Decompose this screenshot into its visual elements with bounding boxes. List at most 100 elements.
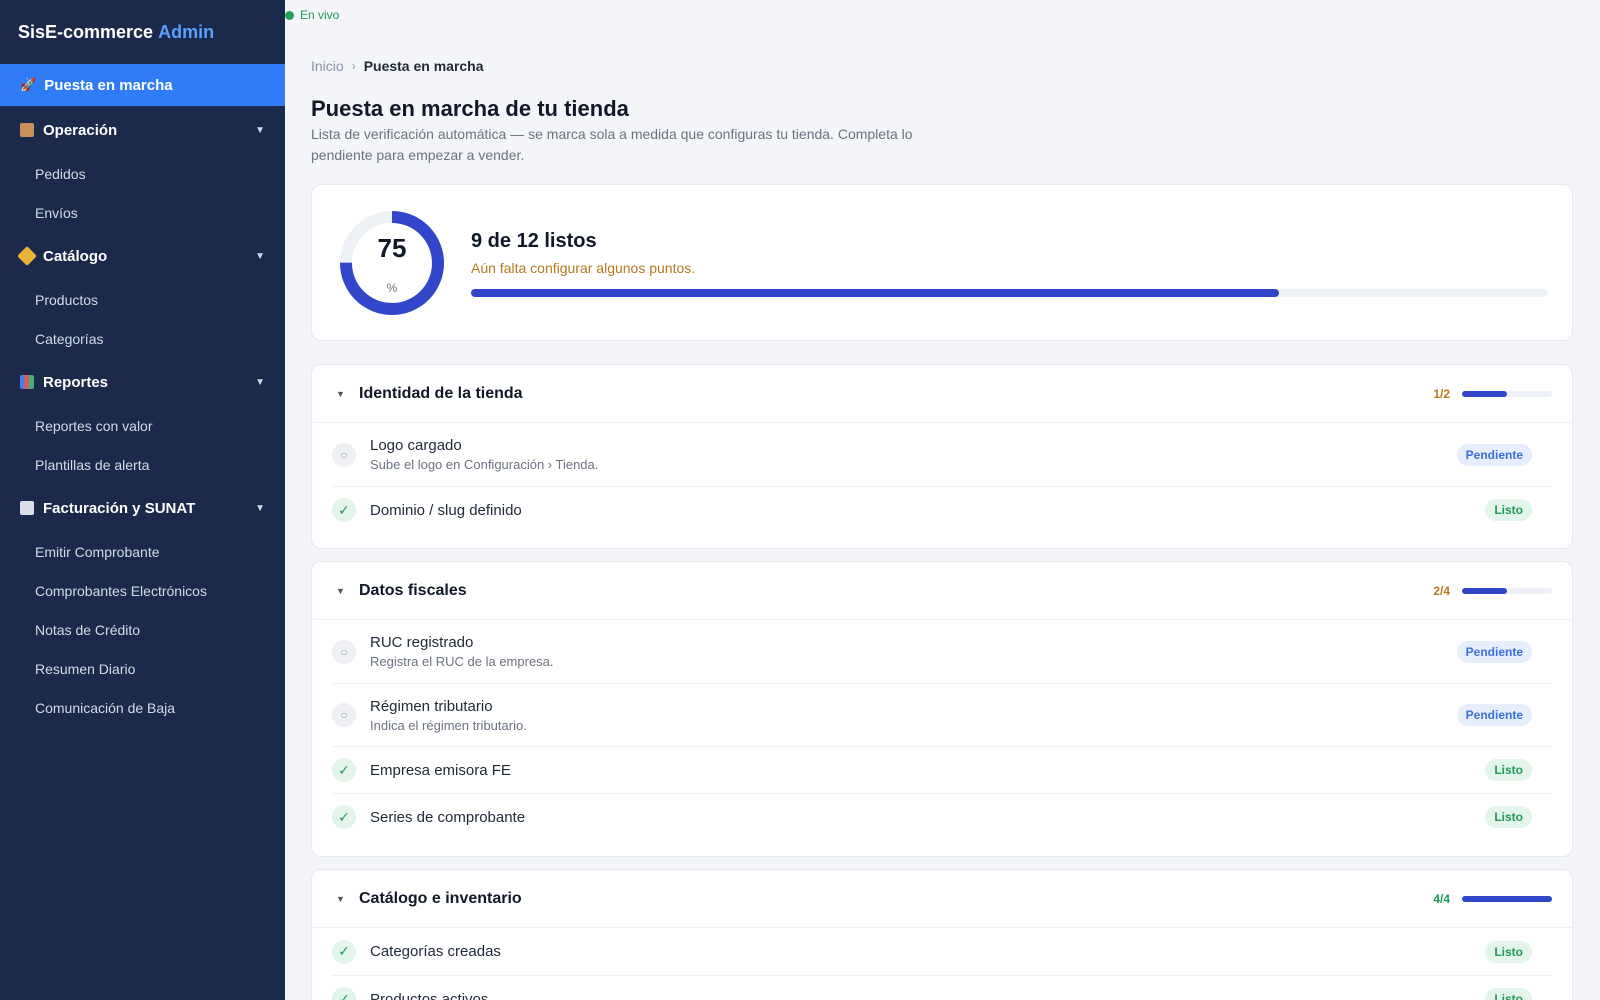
breadcrumb-separator: › xyxy=(351,59,356,73)
sidebar-item-puesta-en-marcha[interactable]: 🚀 Puesta en marcha xyxy=(0,64,285,106)
item-hint: Sube el logo en Configuración › Tienda. xyxy=(370,457,599,472)
chevron-down-icon: ▼ xyxy=(255,250,265,262)
check-icon: ✓ xyxy=(332,987,356,1000)
checklist-item[interactable]: ○ Régimen tributario Indica el régimen tr… xyxy=(332,683,1552,746)
checklist-item[interactable]: ✓ Productos activos Listo xyxy=(332,975,1552,1000)
chart-icon xyxy=(20,375,34,389)
section-count: 1/2 xyxy=(1433,386,1450,401)
chevron-down-icon: ▼ xyxy=(336,893,345,904)
section-datos-fiscales: ▼ Datos fiscales 2/4 ○ RUC registrado Reg… xyxy=(311,561,1573,857)
sidebar-item-categorias[interactable]: Categorías xyxy=(0,319,285,358)
section-header[interactable]: ▼ Identidad de la tienda 1/2 xyxy=(312,365,1572,423)
checklist-item[interactable]: ○ RUC registrado Registra el RUC de la em… xyxy=(332,620,1552,683)
progress-note: Aún falta configurar algunos puntos. xyxy=(471,260,696,276)
chevron-down-icon: ▼ xyxy=(336,585,345,596)
sidebar-item-comprobantes-electronicos[interactable]: Comprobantes Electrónicos xyxy=(0,571,285,610)
section-progress-bar xyxy=(1462,895,1552,902)
section-identidad: ▼ Identidad de la tienda 1/2 ○ Logo carg… xyxy=(311,364,1573,549)
sidebar-item-reportes-con-valor[interactable]: Reportes con valor xyxy=(0,406,285,445)
checklist-item[interactable]: ✓ Empresa emisora FE Listo xyxy=(332,746,1552,793)
sidebar-item-plantillas-de-alerta[interactable]: Plantillas de alerta xyxy=(0,445,285,484)
item-label: Régimen tributario xyxy=(370,697,493,715)
live-status: En vivo xyxy=(285,8,339,22)
section-header[interactable]: ▼ Catálogo e inventario 4/4 xyxy=(312,870,1572,928)
progress-summary-card: 75 % 9 de 12 listos Aún falta configurar… xyxy=(311,184,1573,341)
chevron-down-icon: ▼ xyxy=(255,376,265,388)
check-icon: ✓ xyxy=(332,498,356,522)
package-icon xyxy=(20,123,34,137)
checklist-item[interactable]: ✓ Dominio / slug definido Listo xyxy=(332,486,1552,533)
brand[interactable]: SisE-commerce Admin xyxy=(0,0,285,64)
breadcrumb-root[interactable]: Inicio xyxy=(311,58,344,74)
item-hint: Registra el RUC de la empresa. xyxy=(370,654,554,669)
status-badge: Pendiente xyxy=(1456,443,1532,466)
section-progress-fill xyxy=(1462,390,1507,397)
sidebar-item-envios[interactable]: Envíos xyxy=(0,193,285,232)
check-icon: ✓ xyxy=(332,758,356,782)
progress-bar-fill xyxy=(471,289,1279,297)
rocket-icon: 🚀 xyxy=(20,77,37,92)
section-title: Catálogo e inventario xyxy=(359,889,522,907)
section-header[interactable]: ▼ Datos fiscales 2/4 xyxy=(312,562,1572,620)
pending-circle-icon: ○ xyxy=(332,442,356,467)
section-title: Datos fiscales xyxy=(359,581,467,599)
breadcrumb-current: Puesta en marcha xyxy=(363,58,484,74)
sidebar-item-emitir-comprobante[interactable]: Emitir Comprobante xyxy=(0,532,285,571)
tag-icon xyxy=(17,246,37,266)
sidebar-group-catalogo[interactable]: Catálogo ▼ xyxy=(0,232,285,280)
status-badge: Listo xyxy=(1485,499,1532,521)
sidebar-item-label: Puesta en marcha xyxy=(44,76,173,94)
sidebar-group-label: Reportes xyxy=(43,373,109,391)
status-badge: Pendiente xyxy=(1456,704,1532,726)
main-content: En vivo Inicio › Puesta en marcha Puesta… xyxy=(285,0,1600,1000)
progress-percent: 75 xyxy=(377,233,407,263)
status-badge: Listo xyxy=(1485,988,1532,1000)
item-label: Empresa emisora FE xyxy=(370,761,511,779)
sidebar-group-label: Operación xyxy=(43,121,118,139)
section-title: Identidad de la tienda xyxy=(359,384,523,402)
progress-percent-unit: % xyxy=(386,281,398,295)
item-label: Series de comprobante xyxy=(370,808,526,826)
status-badge: Listo xyxy=(1485,940,1532,963)
pending-circle-icon: ○ xyxy=(332,703,356,727)
sidebar-item-notas-de-credito[interactable]: Notas de Crédito xyxy=(0,610,285,649)
status-badge: Listo xyxy=(1485,806,1532,828)
sidebar-group-label: Facturación y SUNAT xyxy=(43,499,196,517)
sidebar-item-productos[interactable]: Productos xyxy=(0,280,285,319)
status-badge: Listo xyxy=(1485,759,1532,781)
section-progress-bar xyxy=(1462,390,1552,397)
page-title: Puesta en marcha de tu tienda xyxy=(311,96,629,121)
section-count: 4/4 xyxy=(1433,891,1450,906)
item-label: RUC registrado xyxy=(370,634,474,651)
sidebar-group-reportes[interactable]: Reportes ▼ xyxy=(0,358,285,406)
item-hint: Indica el régimen tributario. xyxy=(370,717,527,733)
status-badge: Pendiente xyxy=(1456,640,1532,663)
item-label: Productos activos xyxy=(370,990,489,1000)
chevron-down-icon: ▼ xyxy=(255,124,265,136)
sidebar-group-label: Catálogo xyxy=(43,247,108,265)
receipt-icon xyxy=(20,501,34,515)
checklist-item[interactable]: ○ Logo cargado Sube el logo en Configurac… xyxy=(332,423,1552,486)
pending-circle-icon: ○ xyxy=(332,639,356,664)
chevron-down-icon: ▼ xyxy=(255,502,265,514)
sidebar: SisE-commerce Admin 🚀 Puesta en marcha O… xyxy=(0,0,285,1000)
sidebar-item-comunicacion-de-baja[interactable]: Comunicación de Baja xyxy=(0,688,285,727)
brand-accent: Admin xyxy=(158,21,215,42)
check-icon: ✓ xyxy=(332,939,356,964)
checklist-item[interactable]: ✓ Series de comprobante Listo xyxy=(332,793,1552,840)
section-catalogo-inventario: ▼ Catálogo e inventario 4/4 ✓ Categorías… xyxy=(311,869,1573,1000)
sidebar-item-resumen-diario[interactable]: Resumen Diario xyxy=(0,649,285,688)
status-dot-icon xyxy=(285,10,294,20)
sidebar-group-facturacion[interactable]: Facturación y SUNAT ▼ xyxy=(0,484,285,532)
progress-title: 9 de 12 listos xyxy=(471,230,597,252)
item-label: Dominio / slug definido xyxy=(370,501,522,519)
breadcrumb: Inicio › Puesta en marcha xyxy=(311,58,484,74)
section-count: 2/4 xyxy=(1433,583,1450,598)
sidebar-group-operacion[interactable]: Operación ▼ xyxy=(0,106,285,154)
section-progress-fill xyxy=(1462,587,1507,594)
live-status-label: En vivo xyxy=(300,8,340,22)
checklist-item[interactable]: ✓ Categorías creadas Listo xyxy=(332,928,1552,975)
sidebar-item-pedidos[interactable]: Pedidos xyxy=(0,154,285,193)
section-progress-bar xyxy=(1462,587,1552,594)
item-label: Logo cargado xyxy=(370,437,462,454)
